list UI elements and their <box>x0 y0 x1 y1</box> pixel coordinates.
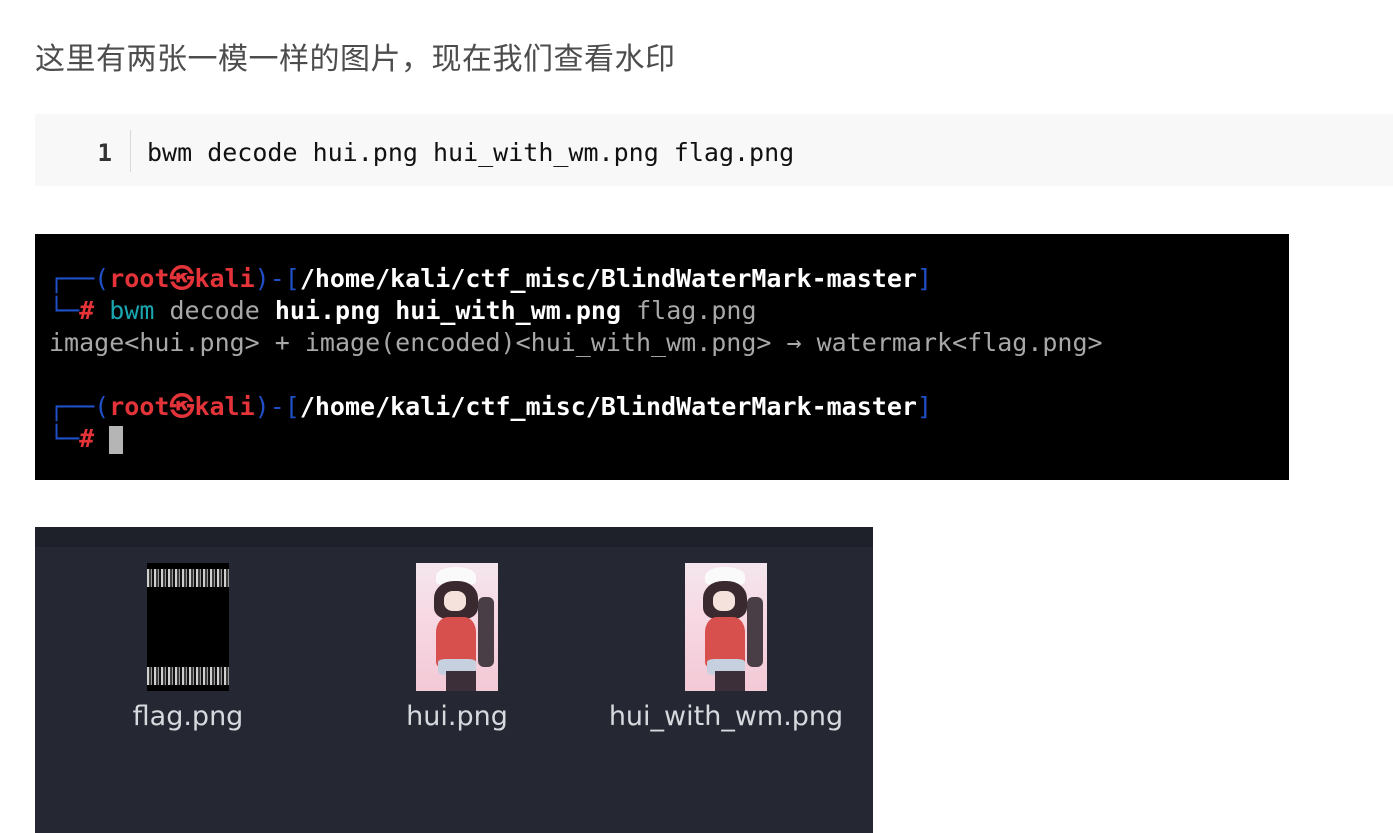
file-label: hui_with_wm.png <box>608 701 844 732</box>
code-block: 1 bwm decode hui.png hui_with_wm.png fla… <box>35 114 1393 186</box>
file-label: flag.png <box>132 701 244 732</box>
prompt-at: ㉿ <box>169 264 195 293</box>
terminal-screenshot: ┌──(root㉿kali)-[/home/kali/ctf_misc/Blin… <box>35 234 1289 480</box>
prompt-user: root <box>109 392 170 421</box>
terminal-input-line[interactable]: └─# <box>49 424 124 454</box>
prompt-hash: # <box>79 296 95 325</box>
anime-image-thumbnail-icon <box>416 563 498 691</box>
file-manager-topbar <box>35 527 873 547</box>
command-arg-2: hui_with_wm.png <box>395 296 622 325</box>
prompt-dash: )-[ <box>254 264 300 293</box>
prompt-user: root <box>109 264 170 293</box>
file-manager-screenshot: flag.png hui.png hui_with_wm.png <box>35 527 873 833</box>
gutter-divider <box>130 130 131 172</box>
file-label: hui.png <box>406 701 508 732</box>
command-name: bwm <box>109 296 155 325</box>
prompt-corner: └─ <box>49 424 80 453</box>
terminal-cursor <box>109 426 124 454</box>
terminal-prompt-line-1: ┌──(root㉿kali)-[/home/kali/ctf_misc/Blin… <box>49 264 932 294</box>
flag-thumbnail-icon <box>147 563 229 691</box>
prompt-dash: )-[ <box>254 392 300 421</box>
terminal-output-line: image<hui.png> + image(encoded)<hui_with… <box>49 328 1103 357</box>
prompt-path: /home/kali/ctf_misc/BlindWaterMark-maste… <box>299 264 917 293</box>
intro-paragraph: 这里有两张一模一样的图片，现在我们查看水印 <box>35 42 676 77</box>
anime-image-thumbnail-icon <box>685 563 767 691</box>
prompt-host: kali <box>194 392 255 421</box>
line-number: 1 <box>97 139 112 167</box>
file-item-flag[interactable]: flag.png <box>68 563 308 732</box>
prompt-hash: # <box>79 424 95 453</box>
prompt-open: ┌──( <box>49 392 110 421</box>
file-item-hui[interactable]: hui.png <box>337 563 577 732</box>
terminal-prompt-line-2: ┌──(root㉿kali)-[/home/kali/ctf_misc/Blin… <box>49 392 932 422</box>
prompt-at: ㉿ <box>169 392 195 421</box>
command-arg-3: flag.png <box>636 296 757 325</box>
prompt-corner: └─ <box>49 296 80 325</box>
prompt-bracket-close: ] <box>916 264 932 293</box>
prompt-path: /home/kali/ctf_misc/BlindWaterMark-maste… <box>299 392 917 421</box>
file-item-hui-with-wm[interactable]: hui_with_wm.png <box>606 563 846 732</box>
code-line: bwm decode hui.png hui_with_wm.png flag.… <box>147 138 795 167</box>
prompt-bracket-close: ] <box>916 392 932 421</box>
command-arg-1: hui.png <box>274 296 381 325</box>
command-action: decode <box>169 296 260 325</box>
prompt-host: kali <box>194 264 255 293</box>
prompt-open: ┌──( <box>49 264 110 293</box>
terminal-command-line: └─# bwm decode hui.png hui_with_wm.png f… <box>49 296 757 326</box>
